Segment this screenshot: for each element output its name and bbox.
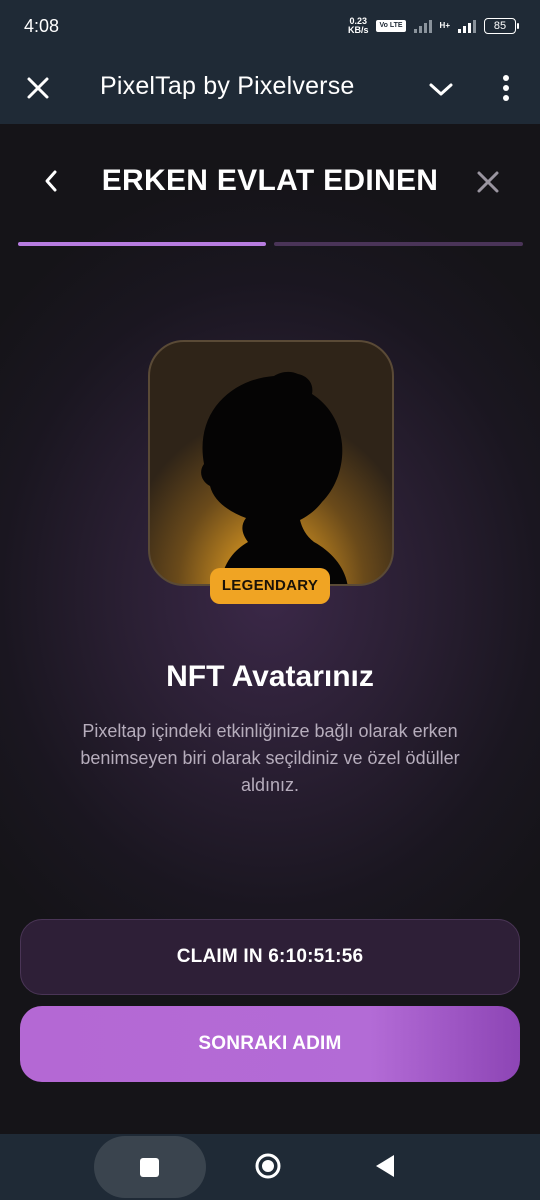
step-progress — [18, 242, 523, 246]
home-circle-icon — [255, 1153, 281, 1179]
progress-step-inactive — [274, 242, 523, 246]
home-button[interactable] — [254, 1152, 282, 1180]
triangle-back-icon — [376, 1155, 394, 1177]
avatar-silhouette-icon — [201, 371, 348, 584]
progress-step-active — [18, 242, 266, 246]
app-title: PixelTap by Pixelverse — [100, 72, 355, 100]
system-back-button[interactable] — [372, 1152, 398, 1180]
expand-button[interactable] — [426, 74, 456, 104]
nft-title: NFT Avatarınız — [166, 660, 374, 693]
status-bar: 4:08 0.23 KB/s Vo LTE H+ 85 — [0, 0, 540, 52]
close-app-button[interactable] — [22, 70, 54, 106]
claim-button[interactable]: CLAIM IN 6:10:51:56 — [20, 919, 520, 995]
square-icon — [140, 1158, 159, 1177]
page-title: ERKEN EVLAT EDINEN — [101, 164, 439, 197]
more-vertical-icon — [503, 75, 509, 101]
nft-avatar-card — [148, 340, 394, 586]
app-bar: PixelTap by Pixelverse — [0, 52, 540, 124]
system-nav-bar — [0, 1134, 540, 1200]
network-speed: 0.23 KB/s — [347, 16, 369, 35]
battery-icon: 85 — [484, 18, 519, 34]
more-menu-button[interactable] — [496, 72, 516, 104]
rarity-badge: LEGENDARY — [210, 568, 330, 604]
signal-icon-2 — [458, 19, 476, 33]
status-time: 4:08 — [24, 15, 60, 36]
recent-apps-button[interactable] — [94, 1136, 206, 1198]
status-icons: 0.23 KB/s Vo LTE H+ 85 — [347, 16, 519, 35]
chevron-down-icon — [429, 83, 453, 96]
next-step-button[interactable]: SONRAKI ADIM — [20, 1006, 520, 1082]
main-content: ERKEN EVLAT EDINEN LEGENDARY NFT Avatarı… — [0, 124, 540, 1134]
volte-icon: Vo LTE — [376, 20, 406, 32]
network-type: H+ — [439, 21, 450, 30]
signal-icon — [413, 19, 432, 33]
close-button[interactable] — [474, 168, 502, 196]
close-icon — [477, 171, 499, 193]
nft-description: Pixeltap içindeki etkinliğinize bağlı ol… — [80, 721, 460, 795]
close-icon — [27, 77, 49, 99]
